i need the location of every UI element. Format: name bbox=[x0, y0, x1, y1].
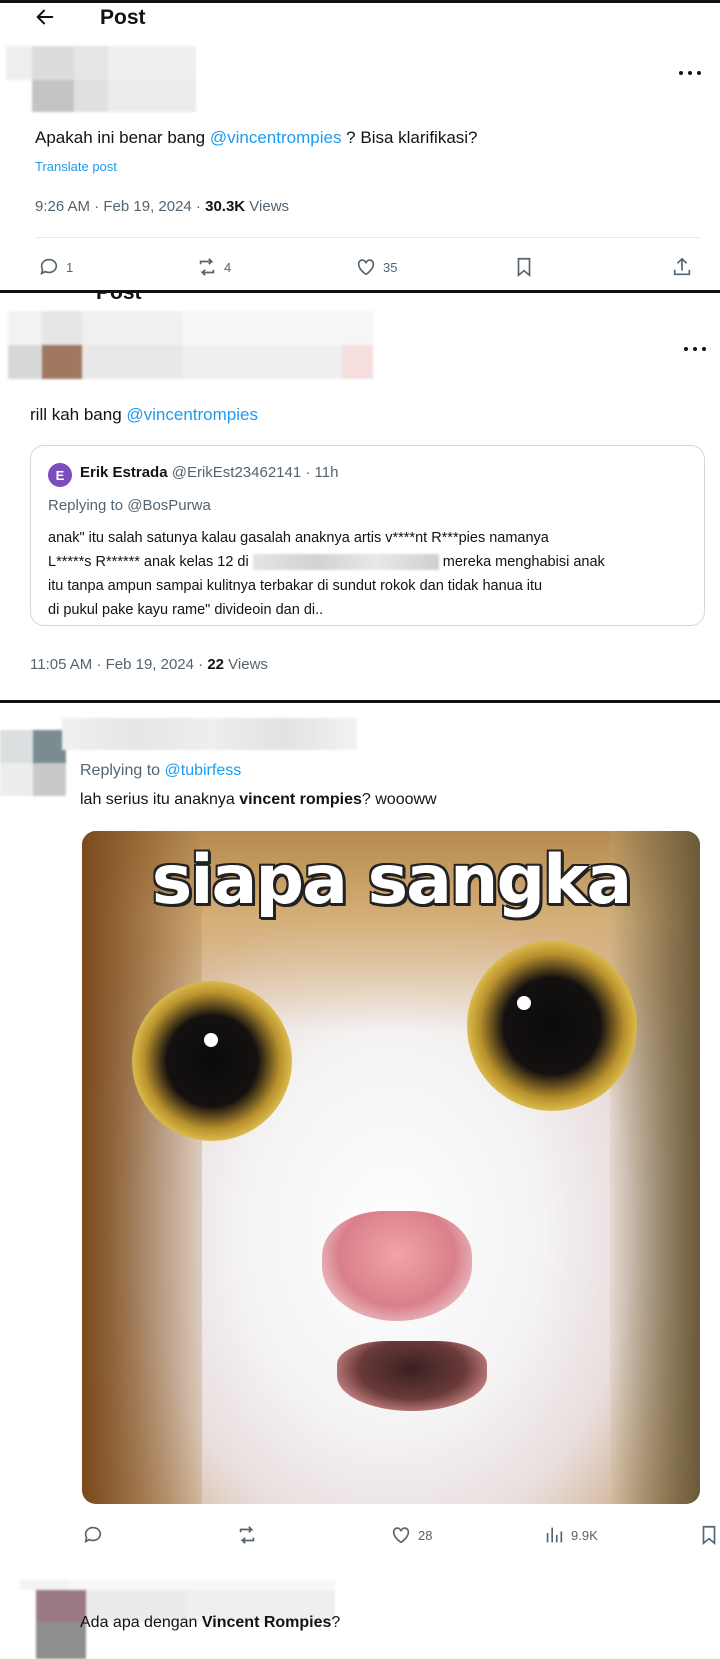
reply-icon bbox=[84, 1526, 102, 1543]
like-icon bbox=[392, 1527, 410, 1544]
bookmark-button[interactable] bbox=[698, 1524, 720, 1546]
views-count: 9.9K bbox=[571, 1527, 598, 1543]
repost-icon bbox=[239, 1526, 255, 1544]
tweet-text: Ada apa dengan Vincent Rompies? bbox=[80, 1612, 340, 1634]
share-button[interactable] bbox=[671, 256, 693, 278]
meme-caption: siapa sangka bbox=[151, 841, 632, 920]
tweet-text-part: Apakah ini benar bang bbox=[35, 128, 210, 147]
post-panel-2: Post rill kah bang @vincentrompies E Eri… bbox=[0, 293, 720, 700]
post-meta: 9:26 AM · Feb 19, 2024 · 30.3K Views bbox=[35, 198, 289, 215]
bookmark-button[interactable] bbox=[513, 256, 535, 278]
replying-to: Replying to @tubirfess bbox=[80, 762, 241, 780]
views-label: Views bbox=[224, 656, 268, 673]
username-redacted bbox=[62, 718, 357, 750]
tweet-text-part: rill kah bang bbox=[30, 405, 127, 424]
quote-line: anak" itu salah satunya kalau gasalah an… bbox=[48, 530, 549, 546]
tweet-text-bold: vincent rompies bbox=[239, 791, 362, 808]
avatar-redacted bbox=[6, 46, 196, 112]
like-count: 28 bbox=[418, 1527, 433, 1543]
avatar-redacted bbox=[0, 730, 66, 796]
meme-mouth bbox=[337, 1341, 487, 1411]
quote-author-handle: @ErikEst23462141 · 11h bbox=[171, 464, 339, 481]
translate-post-link[interactable]: Translate post bbox=[35, 159, 117, 174]
post-panel-1: Post Apakah ini benar bang @vincentrompi… bbox=[0, 0, 720, 290]
back-arrow-icon[interactable] bbox=[34, 6, 56, 28]
panel-border-top bbox=[0, 0, 720, 3]
bookmark-icon bbox=[702, 1525, 716, 1546]
views-label: Views bbox=[245, 198, 290, 215]
post-time: 9:26 AM · Feb 19, 2024 · bbox=[35, 198, 206, 215]
quote-author-name: Erik Estrada bbox=[80, 464, 168, 481]
tweet-text-part: Ada apa dengan bbox=[80, 1614, 202, 1631]
tweet-text-part: ? Bisa klarifikasi? bbox=[341, 128, 478, 147]
like-button[interactable]: 35 bbox=[355, 256, 397, 278]
repost-count: 4 bbox=[224, 259, 232, 275]
tweet-text: rill kah bang @vincentrompies bbox=[30, 404, 258, 426]
like-button[interactable]: 28 bbox=[390, 1524, 432, 1546]
meme-nose bbox=[322, 1211, 472, 1321]
bookmark-icon bbox=[517, 257, 531, 278]
like-icon bbox=[357, 259, 375, 276]
quote-avatar: E bbox=[48, 463, 72, 487]
reply-button[interactable]: 1 bbox=[38, 256, 73, 278]
post-meta: 11:05 AM · Feb 19, 2024 · 22 Views bbox=[30, 656, 268, 673]
quote-line-part: mereka menghabisi anak bbox=[442, 554, 605, 570]
tweet-text-part: lah serius itu anaknya bbox=[80, 791, 240, 808]
quote-author: Erik Estrada @ErikEst23462141 · 11h bbox=[80, 464, 338, 481]
meme-eye-left bbox=[132, 981, 292, 1141]
repost-icon bbox=[199, 258, 215, 276]
meme-eye-right bbox=[467, 941, 637, 1111]
mention-link[interactable]: @vincentrompies bbox=[126, 405, 258, 424]
more-icon[interactable] bbox=[679, 69, 701, 77]
redacted-school bbox=[252, 554, 439, 571]
avatar-redacted bbox=[8, 311, 373, 379]
share-icon bbox=[673, 257, 691, 276]
meme-fur-left bbox=[82, 831, 202, 1504]
quoted-post[interactable]: E Erik Estrada @ErikEst23462141 · 11h Re… bbox=[30, 445, 705, 626]
cut-title: Post bbox=[96, 293, 142, 305]
quote-line: L*****s R****** anak kelas 12 di mereka … bbox=[48, 550, 668, 574]
repost-button[interactable] bbox=[236, 1524, 258, 1546]
views-button[interactable]: 9.9K bbox=[543, 1524, 598, 1546]
views-count: 22 bbox=[207, 656, 225, 673]
mention-link[interactable]: @vincentrompies bbox=[210, 128, 342, 147]
quote-line: di pukul pake kayu rame" divideoin dan d… bbox=[48, 602, 324, 618]
more-icon[interactable] bbox=[684, 345, 706, 353]
views-icon bbox=[546, 1527, 563, 1543]
repost-button[interactable]: 4 bbox=[196, 256, 231, 278]
tweet-text-part: ? woooww bbox=[361, 791, 437, 808]
divider bbox=[35, 237, 700, 238]
meme-image[interactable]: siapa sangka bbox=[82, 831, 700, 1504]
quote-line-part: L*****s R****** anak kelas 12 di bbox=[48, 554, 249, 570]
quote-body: anak" itu salah satunya kalau gasalah an… bbox=[48, 526, 668, 622]
reply-icon bbox=[40, 258, 58, 275]
tweet-text-part: ? bbox=[331, 1614, 341, 1631]
tweet-text: Apakah ini benar bang @vincentrompies ? … bbox=[35, 127, 478, 149]
page-title: Post bbox=[100, 6, 146, 29]
mention-link[interactable]: @tubirfess bbox=[165, 762, 242, 779]
reply-button[interactable] bbox=[82, 1524, 104, 1546]
replying-prefix: Replying to bbox=[80, 762, 165, 779]
post-time: 11:05 AM · Feb 19, 2024 · bbox=[30, 656, 208, 673]
meme-fur-right bbox=[610, 831, 700, 1504]
quote-line: itu tanpa ampun sampai kulitnya terbakar… bbox=[48, 578, 543, 594]
tweet-text-bold: Vincent Rompies bbox=[201, 1614, 332, 1631]
like-count: 35 bbox=[383, 259, 398, 275]
tweet-text: lah serius itu anaknya vincent rompies? … bbox=[80, 789, 437, 811]
quote-replying: Replying to @BosPurwa bbox=[48, 497, 211, 514]
views-count: 30.3K bbox=[205, 198, 246, 215]
reply-count: 1 bbox=[66, 259, 74, 275]
